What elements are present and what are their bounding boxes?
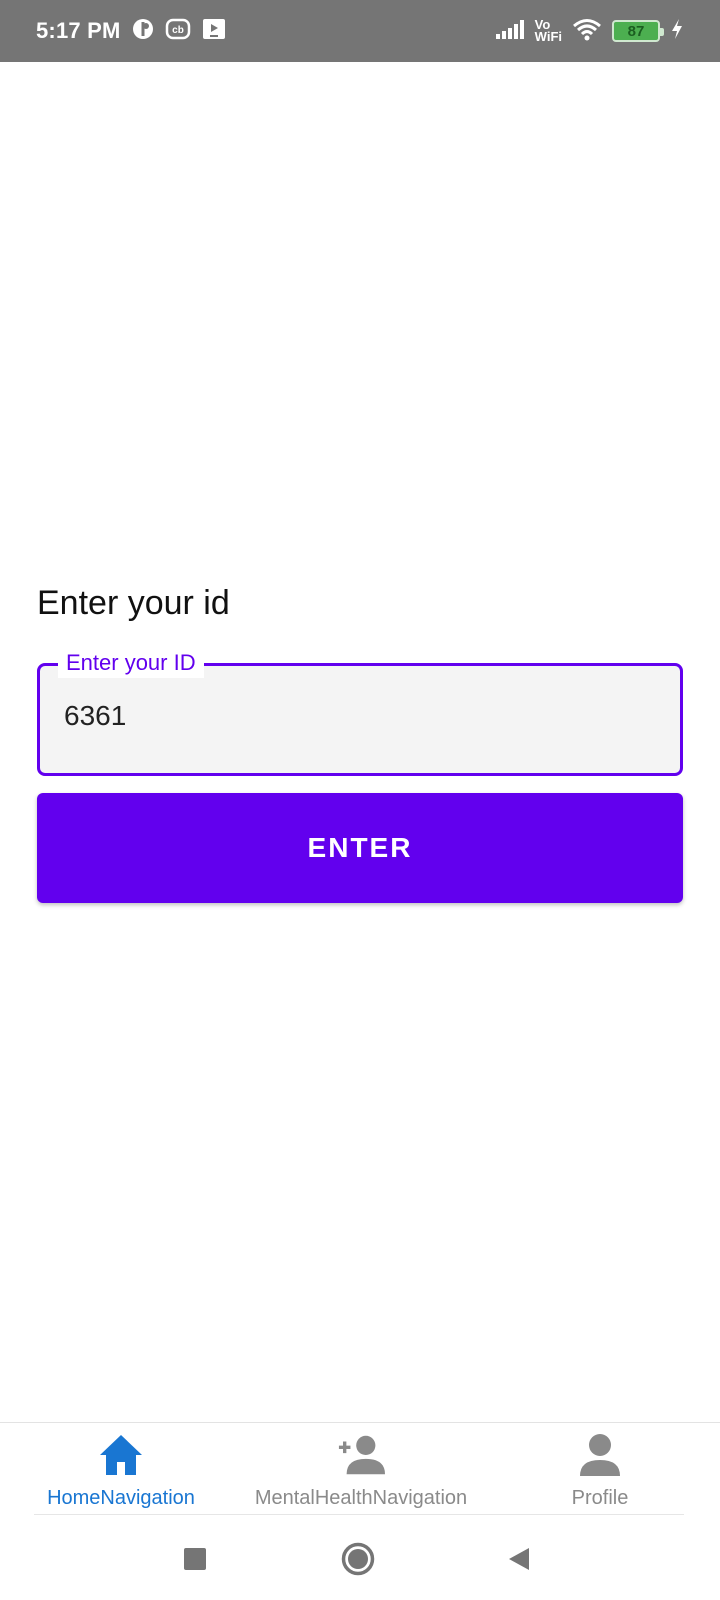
nav-item-home[interactable]: HomeNavigation [40, 1431, 202, 1510]
nav-label-profile: Profile [571, 1487, 629, 1509]
app-icon [131, 17, 155, 46]
nav-item-mental-health[interactable]: MentalHealthNavigation [246, 1431, 476, 1510]
wifi-icon [572, 17, 602, 46]
signal-icon [495, 18, 525, 45]
nav-item-profile[interactable]: Profile [540, 1431, 660, 1510]
nav-divider [34, 1514, 684, 1515]
wifi-text: WiFi [534, 29, 562, 44]
person-icon [576, 1431, 624, 1479]
home-circle-icon[interactable] [341, 1542, 375, 1576]
add-person-icon [337, 1431, 385, 1479]
home-icon [97, 1431, 145, 1479]
system-navigation-bar [0, 1516, 720, 1600]
id-field[interactable]: Enter your ID [37, 648, 683, 776]
status-bar: 5:17 PM cb Vo WiFi 87 [0, 0, 720, 62]
cb-icon: cb [165, 17, 191, 46]
page-heading: Enter your id [37, 584, 230, 622]
recents-square-icon[interactable] [178, 1542, 212, 1576]
nav-label-mental-health: MentalHealthNavigation [254, 1487, 468, 1509]
nav-label-home: HomeNavigation [47, 1487, 195, 1509]
battery-icon: 87 [612, 20, 664, 42]
svg-text:cb: cb [172, 25, 184, 36]
status-right: Vo WiFi 87 [495, 17, 684, 46]
bottom-navigation: HomeNavigation MentalHealthNavigation Pr… [0, 1422, 720, 1514]
status-left: 5:17 PM cb [36, 17, 227, 46]
vowifi-indicator: Vo WiFi [534, 18, 562, 44]
media-icon [201, 17, 227, 46]
back-triangle-icon[interactable] [502, 1542, 536, 1576]
screen: 5:17 PM cb Vo WiFi 87 Enter your id Ente… [0, 0, 720, 1600]
id-field-label: Enter your ID [58, 648, 204, 678]
charging-icon [670, 18, 684, 45]
enter-button[interactable]: ENTER [37, 793, 683, 903]
status-time: 5:17 PM [36, 18, 121, 43]
id-input[interactable] [64, 700, 624, 732]
